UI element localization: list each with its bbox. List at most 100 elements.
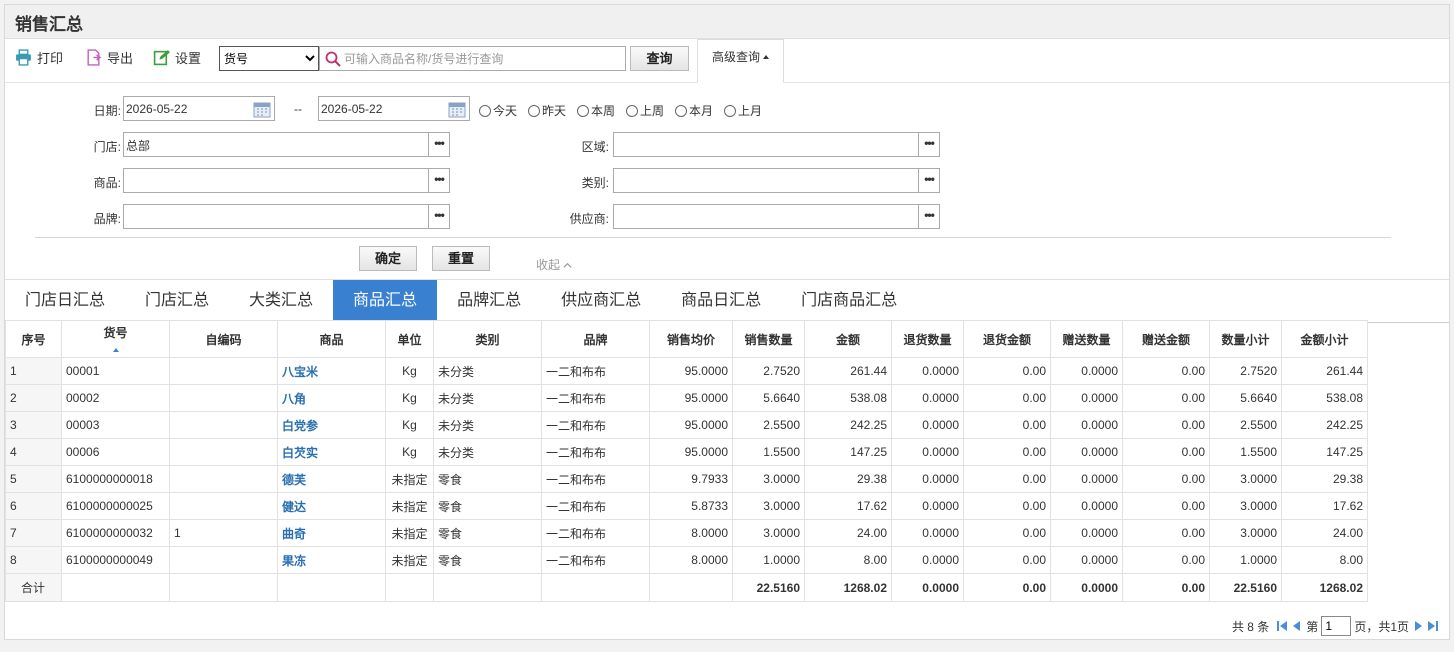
- supplier-picker-button[interactable]: •••: [918, 204, 940, 229]
- quick-date-label: 本月: [689, 104, 714, 118]
- column-header[interactable]: 类别: [433, 320, 542, 358]
- table-row[interactable]: 6 6100000000025 健达 未指定 零食 一二和布布 5.8733 3.0000 17…: [5, 492, 1368, 520]
- table-cell: 22.5160: [732, 573, 805, 602]
- product-field[interactable]: [123, 168, 429, 193]
- quick-date-yesterday[interactable]: 昨天: [528, 102, 566, 119]
- store-field[interactable]: 总部: [123, 132, 429, 157]
- table-row[interactable]: 3 00003 白党参 Kg 未分类 一二和布布 95.0000 2.5500 242.25 0.…: [5, 411, 1368, 439]
- column-header[interactable]: 单位: [385, 320, 434, 358]
- first-page-icon[interactable]: [1276, 620, 1288, 632]
- next-page-icon[interactable]: [1412, 620, 1424, 632]
- table-cell: 538.08: [1281, 384, 1368, 412]
- collapse-toggle[interactable]: 收起: [536, 256, 572, 273]
- product-link[interactable]: 健达: [277, 492, 386, 520]
- table-row[interactable]: 4 00006 白芡实 Kg 未分类 一二和布布 95.0000 1.5500 147.25 0.…: [5, 438, 1368, 466]
- table-cell: 未分类: [433, 357, 542, 385]
- date-to-field[interactable]: 2026-05-22: [318, 96, 470, 121]
- search-field-select[interactable]: 货号: [219, 46, 319, 71]
- print-button[interactable]: 打印: [15, 48, 63, 67]
- prev-page-icon[interactable]: [1291, 620, 1303, 632]
- tab-item[interactable]: 商品汇总: [333, 280, 438, 322]
- column-header[interactable]: 退货数量: [891, 320, 964, 358]
- product-link[interactable]: 白芡实: [277, 438, 386, 466]
- tab-item[interactable]: 门店汇总: [125, 280, 229, 322]
- quick-date-this-week[interactable]: 本周: [577, 102, 615, 119]
- column-header[interactable]: 数量小计: [1209, 320, 1282, 358]
- table-row[interactable]: 7 6100000000032 1 曲奇 未指定 零食 一二和布布 8.0000 3.0000 2…: [5, 519, 1368, 547]
- product-picker-button[interactable]: •••: [428, 168, 450, 193]
- calendar-icon[interactable]: [253, 100, 271, 118]
- table-cell: 261.44: [804, 357, 892, 385]
- product-link[interactable]: 曲奇: [277, 519, 386, 547]
- column-header[interactable]: 金额: [804, 320, 892, 358]
- table-cell: 0.00: [1122, 411, 1210, 439]
- quick-date-last-month[interactable]: 上月: [724, 102, 762, 119]
- search-input[interactable]: [344, 47, 625, 70]
- product-link[interactable]: 八宝米: [277, 357, 386, 385]
- column-header[interactable]: 赠送数量: [1050, 320, 1123, 358]
- table-cell: [169, 438, 278, 466]
- last-page-icon[interactable]: [1427, 620, 1439, 632]
- confirm-button[interactable]: 确定: [359, 246, 417, 271]
- tab-item[interactable]: 商品日汇总: [661, 280, 781, 322]
- region-picker-button[interactable]: •••: [918, 132, 940, 157]
- supplier-field[interactable]: [613, 204, 919, 229]
- column-header[interactable]: 序号: [5, 320, 62, 358]
- brand-field[interactable]: [123, 204, 429, 229]
- column-header[interactable]: 金额小计: [1281, 320, 1368, 358]
- table-cell: 0.0000: [1050, 465, 1123, 493]
- column-header[interactable]: 商品: [277, 320, 386, 358]
- category-picker-button[interactable]: •••: [918, 168, 940, 193]
- advanced-query-toggle[interactable]: 高级查询: [697, 39, 784, 83]
- column-header[interactable]: 赠送金额: [1122, 320, 1210, 358]
- table-cell: 0.00: [1122, 438, 1210, 466]
- table-row[interactable]: 2 00002 八角 Kg 未分类 一二和布布 95.0000 5.6640 538.08 0.0…: [5, 384, 1368, 412]
- tab-item[interactable]: 供应商汇总: [541, 280, 661, 322]
- table-cell: 0.0000: [1050, 492, 1123, 520]
- column-header-label: 退货金额: [982, 332, 1031, 347]
- column-header[interactable]: 货号: [61, 320, 170, 358]
- table-cell: 一二和布布: [541, 384, 650, 412]
- store-picker-button[interactable]: •••: [428, 132, 450, 157]
- product-link[interactable]: 白党参: [277, 411, 386, 439]
- column-header[interactable]: 销售均价: [649, 320, 733, 358]
- category-field[interactable]: [613, 168, 919, 193]
- table-cell: 24.00: [804, 519, 892, 547]
- quick-date-label: 今天: [493, 104, 518, 118]
- page-number-input[interactable]: [1321, 616, 1352, 636]
- table-cell: [649, 573, 733, 602]
- region-field[interactable]: [613, 132, 919, 157]
- table-row[interactable]: 5 6100000000018 德芙 未指定 零食 一二和布布 9.7933 3.0000 29…: [5, 465, 1368, 493]
- quick-date-last-week[interactable]: 上周: [626, 102, 664, 119]
- table-cell: [169, 546, 278, 574]
- quick-date-today[interactable]: 今天: [479, 102, 517, 119]
- sales-summary-table: 序号 货号 自编码 商品 单位 类别 品牌 销售均价 销售数量 金额 退货数量 退货金额 赠送数量 赠送金…: [5, 320, 1368, 602]
- table-cell: 0.0000: [891, 492, 964, 520]
- column-header[interactable]: 销售数量: [732, 320, 805, 358]
- column-header[interactable]: 退货金额: [963, 320, 1051, 358]
- column-header[interactable]: 自编码: [169, 320, 278, 358]
- tab-item[interactable]: 大类汇总: [229, 280, 333, 322]
- tab-item[interactable]: 品牌汇总: [437, 280, 541, 322]
- product-link[interactable]: 果冻: [277, 546, 386, 574]
- query-button[interactable]: 查询: [630, 46, 689, 71]
- column-header[interactable]: 品牌: [541, 320, 650, 358]
- column-header-label: 销售均价: [666, 332, 715, 347]
- date-from-field[interactable]: 2026-05-22: [123, 96, 275, 121]
- column-header-label: 金额: [835, 332, 860, 347]
- tab-item[interactable]: 门店商品汇总: [781, 280, 917, 322]
- brand-picker-button[interactable]: •••: [428, 204, 450, 229]
- table-cell: 5.8733: [649, 492, 733, 520]
- column-header-label: 退货数量: [903, 332, 952, 347]
- product-link[interactable]: 德芙: [277, 465, 386, 493]
- reset-button[interactable]: 重置: [432, 246, 490, 271]
- tab-item[interactable]: 门店日汇总: [5, 280, 125, 322]
- table-row[interactable]: 8 6100000000049 果冻 未指定 零食 一二和布布 8.0000 1.0000 8.…: [5, 546, 1368, 574]
- table-row[interactable]: 1 00001 八宝米 Kg 未分类 一二和布布 95.0000 2.7520 261.44 0.…: [5, 357, 1368, 385]
- export-button[interactable]: 导出: [85, 48, 133, 67]
- product-link[interactable]: 八角: [277, 384, 386, 412]
- table-cell: [169, 465, 278, 493]
- settings-button[interactable]: 设置: [153, 48, 201, 67]
- calendar-icon[interactable]: [448, 100, 466, 118]
- quick-date-this-month[interactable]: 本月: [675, 102, 713, 119]
